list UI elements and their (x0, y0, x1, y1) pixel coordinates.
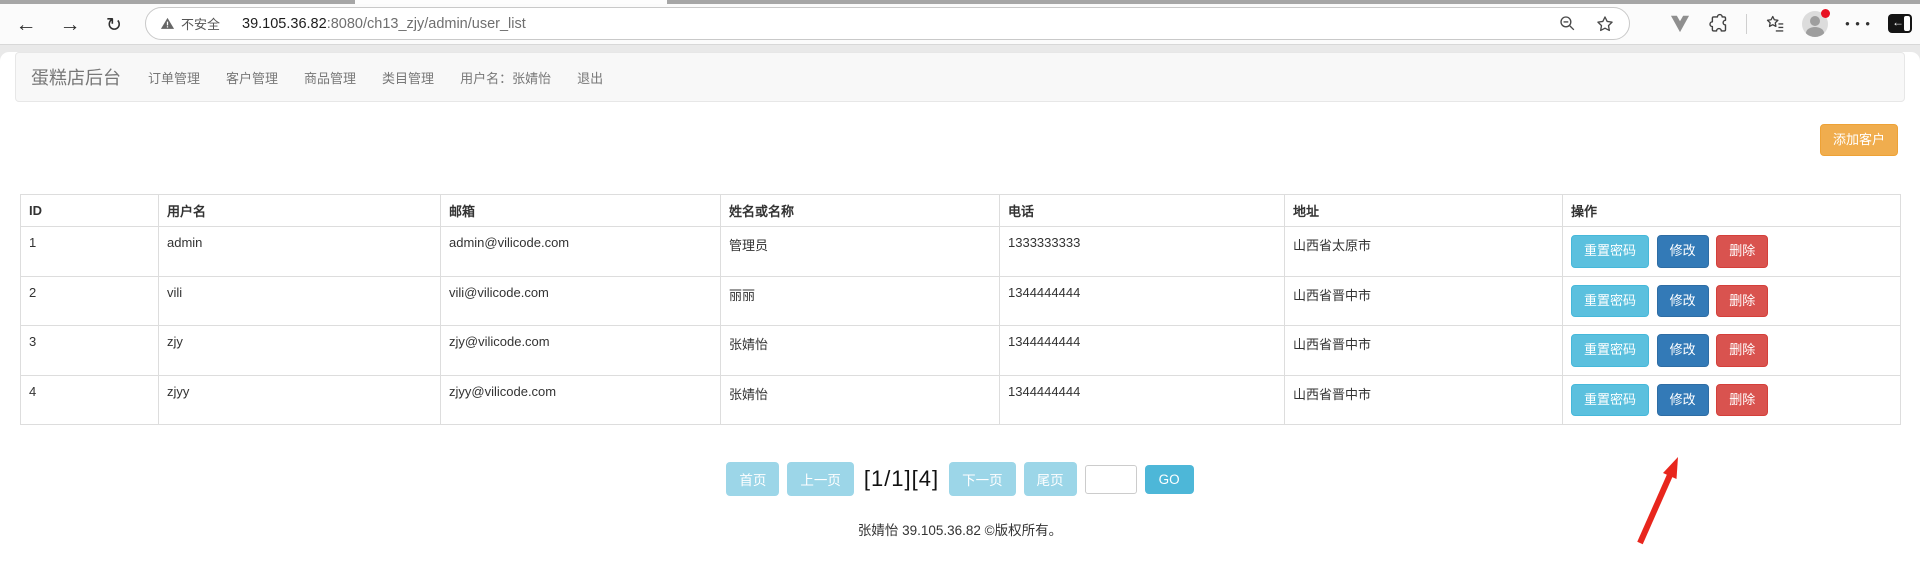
pagination: 首页 上一页 [1/1][4] 下一页 尾页 GO (0, 462, 1920, 496)
col-header-phone: 电话 (1000, 195, 1285, 227)
nav-item-logout[interactable]: 退出 (564, 68, 616, 87)
delete-button[interactable]: 删除 (1716, 384, 1768, 416)
col-header-name: 姓名或名称 (721, 195, 1000, 227)
sidebar-toggle-icon[interactable]: ← (1888, 14, 1912, 33)
bookmark-star-icon[interactable] (1595, 14, 1615, 34)
cell-address: 山西省晋中市 (1285, 326, 1563, 375)
cell-phone: 1344444444 (1000, 276, 1285, 325)
nav-item-orders[interactable]: 订单管理 (135, 68, 213, 87)
cell-username: zjyy (159, 375, 441, 424)
table-row: 3 zjy zjy@vilicode.com 张婧怡 1344444444 山西… (21, 326, 1901, 375)
vue-devtools-icon[interactable] (1669, 14, 1691, 33)
cell-actions: 重置密码 修改 删除 (1563, 326, 1901, 375)
zoom-out-icon[interactable] (1558, 14, 1577, 33)
cell-email: admin@vilicode.com (441, 227, 721, 276)
reset-password-button[interactable]: 重置密码 (1571, 334, 1649, 366)
next-page-button[interactable]: 下一页 (949, 462, 1016, 496)
profile-avatar[interactable] (1802, 11, 1828, 37)
prev-page-button[interactable]: 上一页 (787, 462, 854, 496)
extensions-icon[interactable] (1708, 13, 1729, 34)
cell-phone: 1344444444 (1000, 326, 1285, 375)
brand-title[interactable]: 蛋糕店后台 (16, 64, 135, 90)
cell-actions: 重置密码 修改 删除 (1563, 276, 1901, 325)
cell-username: vili (159, 276, 441, 325)
address-bar[interactable]: 不安全 39.105.36.82:8080/ch13_zjy/admin/use… (145, 7, 1630, 40)
forward-button[interactable]: → (54, 10, 86, 40)
back-button[interactable]: ← (10, 10, 42, 40)
reset-password-button[interactable]: 重置密码 (1571, 384, 1649, 416)
delete-button[interactable]: 删除 (1716, 334, 1768, 366)
edit-button[interactable]: 修改 (1657, 285, 1709, 317)
col-header-id: ID (21, 195, 159, 227)
cell-id: 2 (21, 276, 159, 325)
cell-name: 张婧怡 (721, 326, 1000, 375)
table-header-row: ID 用户名 邮箱 姓名或名称 电话 地址 操作 (21, 195, 1901, 227)
cell-email: zjy@vilicode.com (441, 326, 721, 375)
nav-item-customers[interactable]: 客户管理 (213, 68, 291, 87)
add-customer-button[interactable]: 添加客户 (1820, 124, 1898, 156)
url-path: :8080/ch13_zjy/admin/user_list (327, 16, 526, 32)
cell-address: 山西省晋中市 (1285, 276, 1563, 325)
cell-actions: 重置密码 修改 删除 (1563, 375, 1901, 424)
more-options-icon[interactable]: • • • (1845, 16, 1871, 31)
page-number-input[interactable] (1085, 465, 1137, 494)
cell-address: 山西省太原市 (1285, 227, 1563, 276)
last-page-button[interactable]: 尾页 (1024, 462, 1077, 496)
notification-dot (1821, 9, 1830, 18)
nav-item-username: 用户名：张婧怡 (447, 68, 564, 87)
cell-id: 1 (21, 227, 159, 276)
edit-button-target[interactable]: 修改 (1657, 384, 1709, 416)
reset-password-button[interactable]: 重置密码 (1571, 235, 1649, 267)
table-row: 4 zjyy zjyy@vilicode.com 张婧怡 1344444444 … (21, 375, 1901, 424)
warning-triangle-icon (160, 16, 175, 31)
cell-phone: 1344444444 (1000, 375, 1285, 424)
cell-id: 3 (21, 326, 159, 375)
cell-email: zjyy@vilicode.com (441, 375, 721, 424)
cell-username: zjy (159, 326, 441, 375)
col-header-email: 邮箱 (441, 195, 721, 227)
go-button[interactable]: GO (1145, 465, 1194, 494)
cell-email: vili@vilicode.com (441, 276, 721, 325)
table-row: 2 vili vili@vilicode.com 丽丽 1344444444 山… (21, 276, 1901, 325)
delete-button[interactable]: 删除 (1716, 285, 1768, 317)
edit-button[interactable]: 修改 (1657, 235, 1709, 267)
tab-strip (0, 0, 1920, 4)
col-header-address: 地址 (1285, 195, 1563, 227)
user-table: ID 用户名 邮箱 姓名或名称 电话 地址 操作 1 admin admin@v… (20, 194, 1901, 425)
actions-bar: 添加客户 (0, 124, 1898, 156)
edit-button[interactable]: 修改 (1657, 334, 1709, 366)
active-tab[interactable] (355, 0, 667, 4)
cell-actions: 重置密码 修改 删除 (1563, 227, 1901, 276)
first-page-button[interactable]: 首页 (726, 462, 779, 496)
col-header-username: 用户名 (159, 195, 441, 227)
browser-chrome: ← → ↻ 不安全 39.105.36.82:8080/ch13_zjy/adm… (0, 0, 1920, 45)
toolbar-divider (1746, 14, 1747, 34)
page-info: [1/1][4] (864, 466, 939, 492)
page-content: 蛋糕店后台 订单管理 客户管理 商品管理 类目管理 用户名：张婧怡 退出 添加客… (0, 52, 1920, 576)
reset-password-button[interactable]: 重置密码 (1571, 285, 1649, 317)
url-host: 39.105.36.82 (242, 16, 327, 32)
cell-name: 张婧怡 (721, 375, 1000, 424)
security-badge-label: 不安全 (181, 14, 220, 33)
nav-item-categories[interactable]: 类目管理 (369, 68, 447, 87)
cell-phone: 1333333333 (1000, 227, 1285, 276)
cell-address: 山西省晋中市 (1285, 375, 1563, 424)
col-header-actions: 操作 (1563, 195, 1901, 227)
url-text: 39.105.36.82:8080/ch13_zjy/admin/user_li… (242, 16, 526, 32)
cell-name: 管理员 (721, 227, 1000, 276)
cell-name: 丽丽 (721, 276, 1000, 325)
security-chip[interactable]: 不安全 (160, 14, 220, 33)
collections-icon[interactable] (1764, 13, 1785, 34)
table-row: 1 admin admin@vilicode.com 管理员 133333333… (21, 227, 1901, 276)
delete-button[interactable]: 删除 (1716, 235, 1768, 267)
refresh-button[interactable]: ↻ (98, 10, 130, 40)
top-navbar: 蛋糕店后台 订单管理 客户管理 商品管理 类目管理 用户名：张婧怡 退出 (15, 52, 1905, 102)
cell-id: 4 (21, 375, 159, 424)
footer-copyright: 张婧怡 39.105.36.82 ©版权所有。 (0, 519, 1920, 539)
nav-item-products[interactable]: 商品管理 (291, 68, 369, 87)
cell-username: admin (159, 227, 441, 276)
